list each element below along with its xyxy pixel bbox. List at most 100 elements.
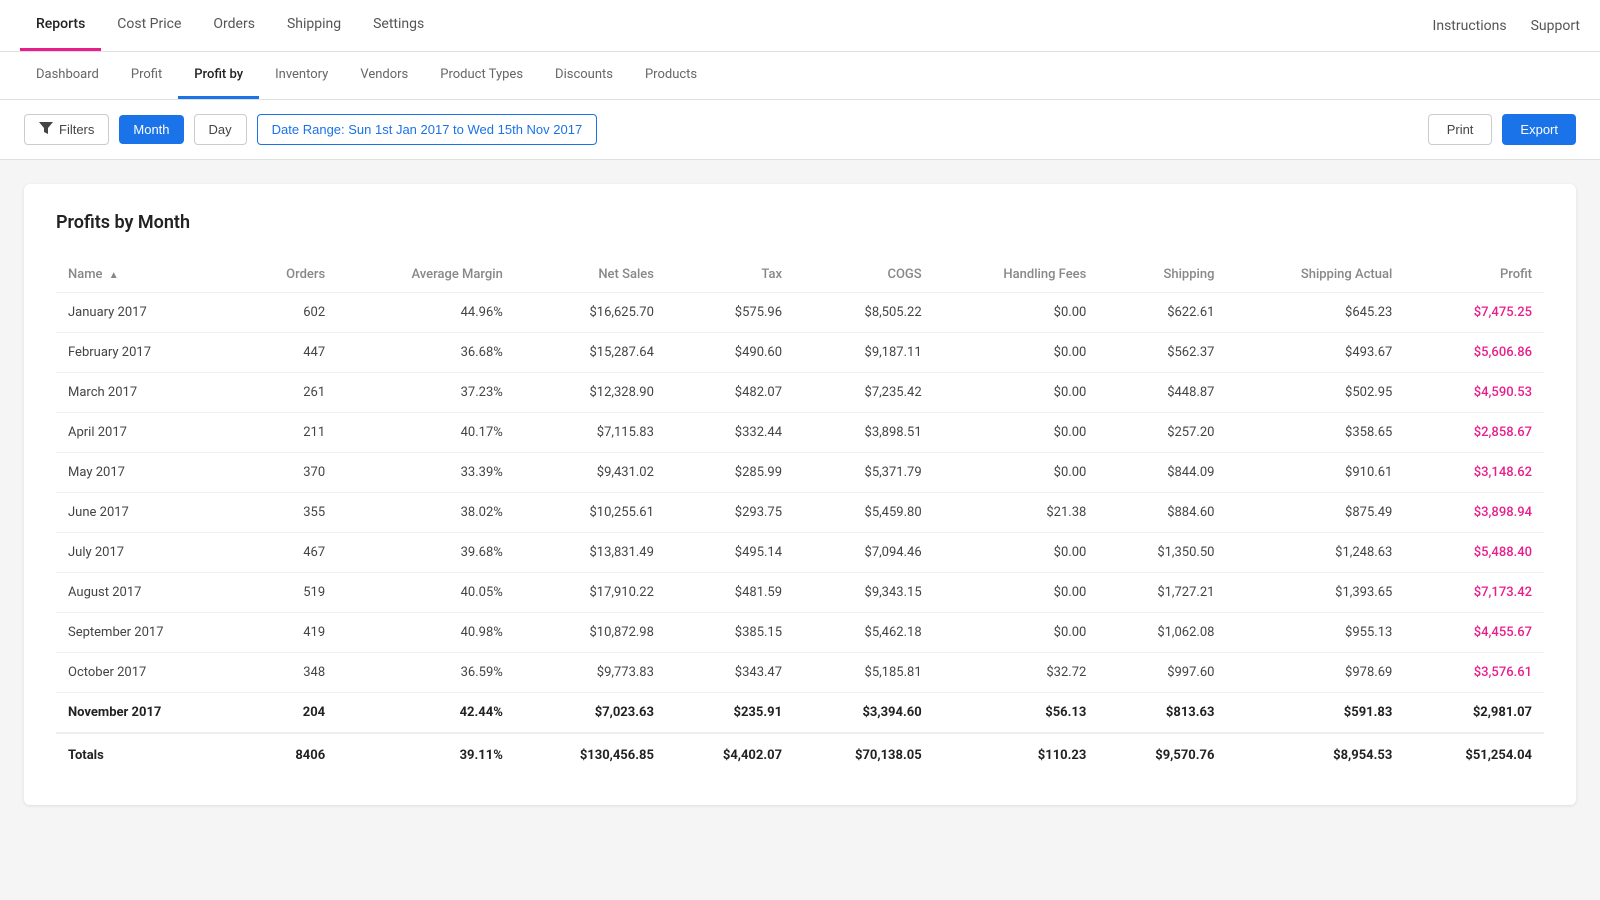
row-cogs: $3,394.60 [794,693,934,734]
totals-cogs: $70,138.05 [794,733,934,777]
row-name: January 2017 [56,293,240,333]
row-handling-fees: $21.38 [934,493,1099,533]
row-name: May 2017 [56,453,240,493]
nav-tab-shipping[interactable]: Shipping [271,0,357,51]
sec-tab-vendors[interactable]: Vendors [344,52,424,99]
col-header-net-sales: Net Sales [515,257,666,293]
row-profit: $7,475.25 [1404,293,1544,333]
row-net-sales: $13,831.49 [515,533,666,573]
row-avg-margin: 36.68% [337,333,515,373]
row-name: October 2017 [56,653,240,693]
row-name: September 2017 [56,613,240,653]
nav-link-instructions[interactable]: Instructions [1433,18,1507,34]
top-navigation: Reports Cost Price Orders Shipping Setti… [0,0,1600,52]
row-tax: $495.14 [666,533,794,573]
sec-tab-products[interactable]: Products [629,52,713,99]
row-net-sales: $9,431.02 [515,453,666,493]
col-header-profit: Profit [1404,257,1544,293]
row-shipping: $622.61 [1098,293,1226,333]
row-name: June 2017 [56,493,240,533]
row-shipping-actual: $645.23 [1226,293,1404,333]
table-row: April 2017 211 40.17% $7,115.83 $332.44 … [56,413,1544,453]
sec-tab-inventory[interactable]: Inventory [259,52,344,99]
sec-tab-product-types[interactable]: Product Types [424,52,539,99]
row-cogs: $5,185.81 [794,653,934,693]
row-shipping-actual: $1,393.65 [1226,573,1404,613]
nav-tab-cost-price[interactable]: Cost Price [101,0,197,51]
date-range-button[interactable]: Date Range: Sun 1st Jan 2017 to Wed 15th… [257,114,598,145]
sec-tab-dashboard[interactable]: Dashboard [20,52,115,99]
row-shipping: $997.60 [1098,653,1226,693]
row-tax: $343.47 [666,653,794,693]
row-net-sales: $7,023.63 [515,693,666,734]
row-tax: $293.75 [666,493,794,533]
filters-button[interactable]: Filters [24,114,109,145]
row-name: July 2017 [56,533,240,573]
row-handling-fees: $0.00 [934,293,1099,333]
row-avg-margin: 42.44% [337,693,515,734]
nav-tab-settings[interactable]: Settings [357,0,440,51]
row-shipping-actual: $502.95 [1226,373,1404,413]
row-shipping: $1,727.21 [1098,573,1226,613]
row-net-sales: $9,773.83 [515,653,666,693]
row-avg-margin: 33.39% [337,453,515,493]
row-cogs: $9,343.15 [794,573,934,613]
row-cogs: $5,371.79 [794,453,934,493]
row-shipping: $257.20 [1098,413,1226,453]
row-tax: $235.91 [666,693,794,734]
row-shipping: $813.63 [1098,693,1226,734]
sec-tab-profit[interactable]: Profit [115,52,178,99]
row-profit: $2,981.07 [1404,693,1544,734]
row-profit: $3,148.62 [1404,453,1544,493]
row-tax: $482.07 [666,373,794,413]
row-avg-margin: 40.17% [337,413,515,453]
totals-row: Totals 8406 39.11% $130,456.85 $4,402.07… [56,733,1544,777]
export-button[interactable]: Export [1502,114,1576,145]
row-name: March 2017 [56,373,240,413]
row-orders: 602 [240,293,337,333]
table-row: November 2017 204 42.44% $7,023.63 $235.… [56,693,1544,734]
row-tax: $332.44 [666,413,794,453]
sec-tab-discounts[interactable]: Discounts [539,52,629,99]
row-orders: 447 [240,333,337,373]
row-net-sales: $10,872.98 [515,613,666,653]
row-orders: 261 [240,373,337,413]
row-handling-fees: $56.13 [934,693,1099,734]
nav-link-support[interactable]: Support [1531,18,1580,34]
totals-profit: $51,254.04 [1404,733,1544,777]
row-orders: 348 [240,653,337,693]
col-header-orders: Orders [240,257,337,293]
row-shipping: $844.09 [1098,453,1226,493]
row-handling-fees: $0.00 [934,573,1099,613]
col-header-tax: Tax [666,257,794,293]
nav-tab-reports[interactable]: Reports [20,0,101,51]
table-row: February 2017 447 36.68% $15,287.64 $490… [56,333,1544,373]
nav-tab-orders[interactable]: Orders [197,0,271,51]
row-shipping: $884.60 [1098,493,1226,533]
col-header-name[interactable]: Name ▲ [56,257,240,293]
row-shipping-actual: $493.67 [1226,333,1404,373]
totals-avg-margin: 39.11% [337,733,515,777]
row-shipping-actual: $591.83 [1226,693,1404,734]
row-cogs: $7,094.46 [794,533,934,573]
row-profit: $5,488.40 [1404,533,1544,573]
sec-tab-profit-by[interactable]: Profit by [178,52,259,99]
row-net-sales: $17,910.22 [515,573,666,613]
row-orders: 204 [240,693,337,734]
print-button[interactable]: Print [1428,114,1493,145]
row-handling-fees: $0.00 [934,333,1099,373]
card-title: Profits by Month [56,212,1544,233]
totals-shipping-actual: $8,954.53 [1226,733,1404,777]
table-row: July 2017 467 39.68% $13,831.49 $495.14 … [56,533,1544,573]
row-shipping-actual: $910.61 [1226,453,1404,493]
row-net-sales: $16,625.70 [515,293,666,333]
main-content: Profits by Month Name ▲ Orders Average M… [0,160,1600,829]
month-button[interactable]: Month [119,115,183,144]
day-button[interactable]: Day [194,114,247,145]
row-profit: $7,173.42 [1404,573,1544,613]
totals-label: Totals [56,733,240,777]
totals-orders: 8406 [240,733,337,777]
table-row: September 2017 419 40.98% $10,872.98 $38… [56,613,1544,653]
row-avg-margin: 38.02% [337,493,515,533]
row-handling-fees: $32.72 [934,653,1099,693]
